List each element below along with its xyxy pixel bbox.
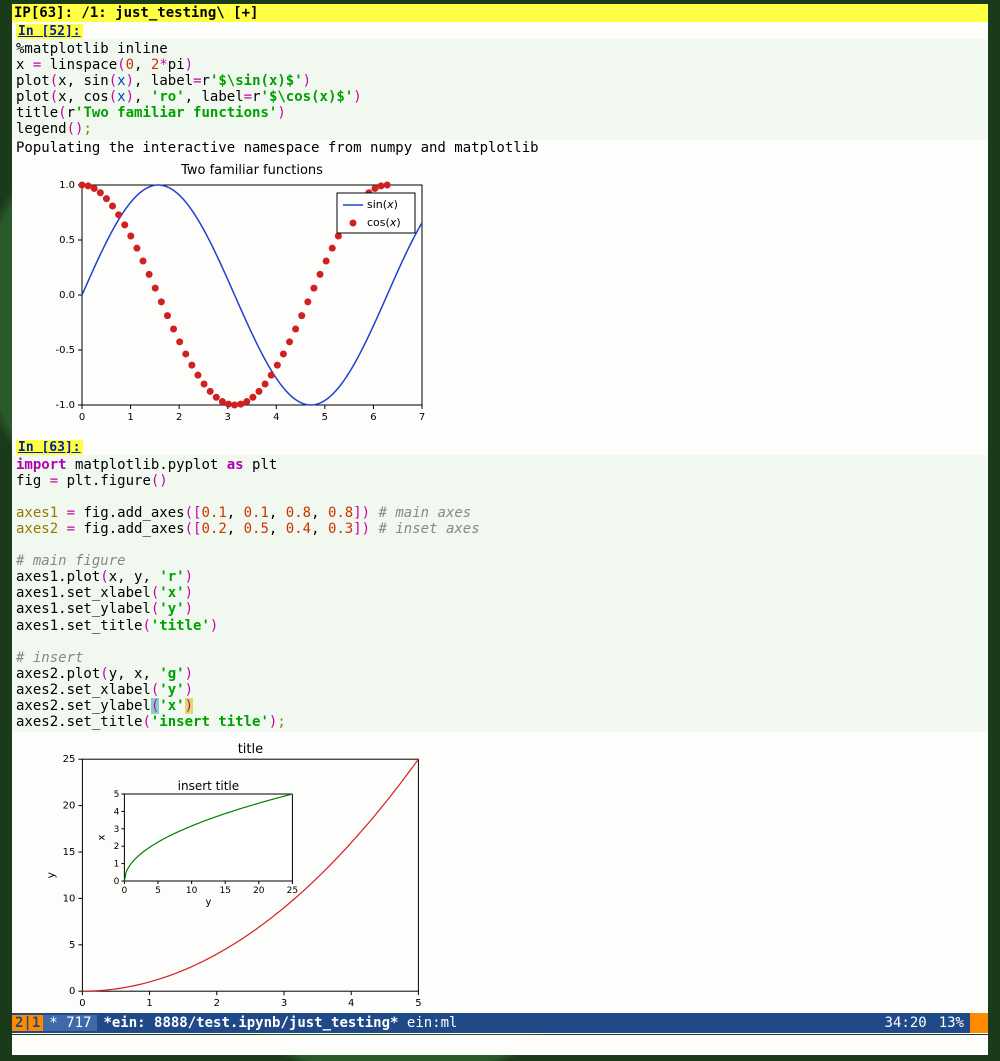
svg-text:4: 4 xyxy=(273,412,279,423)
window-title: IP[63]: /1: just_testing\ [+] xyxy=(12,4,988,22)
svg-text:0: 0 xyxy=(79,998,85,1009)
svg-text:10: 10 xyxy=(186,886,198,896)
svg-text:3: 3 xyxy=(114,825,120,835)
svg-text:5: 5 xyxy=(155,886,161,896)
svg-text:0: 0 xyxy=(79,412,85,423)
chart-title-inset: title0123450510152025xyinsert title05101… xyxy=(12,732,988,1034)
svg-text:-0.5: -0.5 xyxy=(55,345,75,356)
modeline-pos: 34:20 xyxy=(879,1015,933,1031)
svg-text:25: 25 xyxy=(287,886,298,896)
cell-output-52: Populating the interactive namespace fro… xyxy=(12,140,988,156)
svg-text:5: 5 xyxy=(415,998,421,1009)
svg-text:sin(x): sin(x) xyxy=(367,198,398,211)
svg-text:4: 4 xyxy=(114,808,120,818)
mini-buffer[interactable] xyxy=(12,1035,988,1055)
svg-text:insert title: insert title xyxy=(178,779,240,793)
svg-text:2: 2 xyxy=(176,412,182,423)
svg-text:4: 4 xyxy=(348,998,354,1009)
svg-text:6: 6 xyxy=(370,412,376,423)
svg-text:5: 5 xyxy=(69,940,75,951)
svg-text:y: y xyxy=(44,872,57,879)
modeline-winnum: 2|1 xyxy=(12,1015,43,1031)
svg-text:title: title xyxy=(238,742,263,757)
svg-text:3: 3 xyxy=(225,412,231,423)
svg-text:3: 3 xyxy=(281,998,287,1009)
svg-text:Two familiar functions: Two familiar functions xyxy=(180,163,323,178)
cell-prompt-52[interactable]: In [52]: xyxy=(16,24,83,39)
svg-text:5: 5 xyxy=(322,412,328,423)
svg-text:10: 10 xyxy=(63,894,76,905)
svg-text:0: 0 xyxy=(122,886,128,896)
svg-text:2: 2 xyxy=(114,842,120,852)
svg-text:0: 0 xyxy=(69,986,75,997)
svg-text:1: 1 xyxy=(146,998,152,1009)
svg-text:0: 0 xyxy=(114,877,120,887)
svg-text:x: x xyxy=(96,835,107,841)
svg-text:15: 15 xyxy=(219,886,230,896)
svg-text:-1.0: -1.0 xyxy=(55,400,75,411)
svg-text:0.5: 0.5 xyxy=(59,235,75,246)
svg-text:5: 5 xyxy=(114,790,120,800)
modeline-end-block xyxy=(970,1013,988,1033)
svg-text:1: 1 xyxy=(114,860,120,870)
svg-text:15: 15 xyxy=(63,847,76,858)
svg-text:1.0: 1.0 xyxy=(59,180,75,191)
svg-text:20: 20 xyxy=(63,801,76,812)
cell-prompt-63[interactable]: In [63]: xyxy=(16,440,83,455)
modeline-pct: 13% xyxy=(933,1015,970,1031)
svg-text:y: y xyxy=(205,897,211,908)
svg-text:7: 7 xyxy=(419,412,425,423)
svg-text:0.0: 0.0 xyxy=(59,290,75,301)
cell-code-63[interactable]: import matplotlib.pyplot as plt fig = pl… xyxy=(12,455,988,733)
modeline-buffer: *ein: 8888/test.ipynb/just_testing* ein:… xyxy=(97,1015,878,1031)
svg-text:1: 1 xyxy=(127,412,133,423)
svg-text:cos(x): cos(x) xyxy=(367,216,401,229)
modeline-star: * 717 xyxy=(43,1015,97,1031)
mode-line: 2|1 * 717 *ein: 8888/test.ipynb/just_tes… xyxy=(12,1013,988,1033)
svg-text:20: 20 xyxy=(253,886,265,896)
cell-code-52[interactable]: %matplotlib inline x = linspace(0, 2*pi)… xyxy=(12,39,988,140)
svg-text:25: 25 xyxy=(63,754,76,765)
editor-window: IP[63]: /1: just_testing\ [+] In [52]: %… xyxy=(12,4,988,1034)
svg-text:2: 2 xyxy=(214,998,220,1009)
chart-two-familiar: Two familiar functions 0 1 2 3 4 5 6 7 -1.0 -0.5 0.… xyxy=(12,156,988,438)
